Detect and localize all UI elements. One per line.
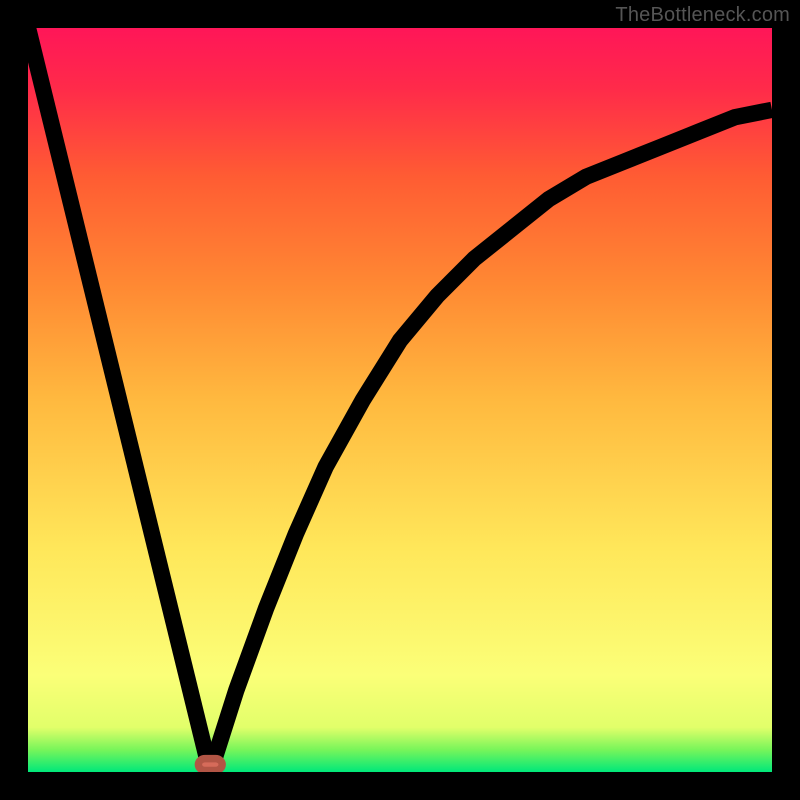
curve-right [210, 110, 772, 772]
curve-left [28, 28, 210, 772]
chart-area [28, 28, 772, 772]
minimum-marker [198, 759, 222, 771]
chart-svg [28, 28, 772, 772]
watermark-text: TheBottleneck.com [615, 4, 790, 27]
